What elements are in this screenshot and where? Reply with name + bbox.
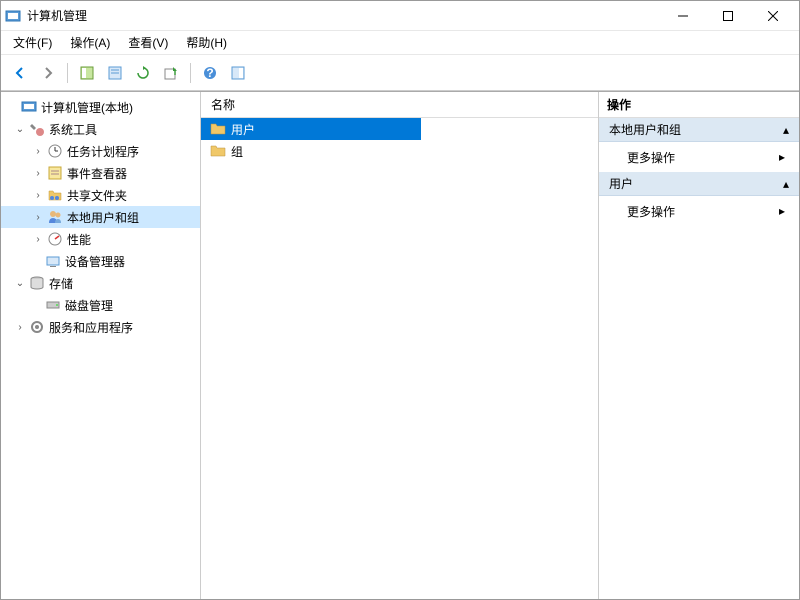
tree-pane: 计算机管理(本地) ⌄ 系统工具 › 任务计划程序 › 事件查看器 › 共享文件… bbox=[1, 92, 201, 599]
tree-event-viewer[interactable]: › 事件查看器 bbox=[1, 162, 200, 184]
list-item-label: 组 bbox=[231, 143, 243, 160]
chevron-right-icon[interactable]: › bbox=[31, 166, 45, 180]
list-item-users[interactable]: 用户 bbox=[201, 118, 421, 140]
tree-root[interactable]: 计算机管理(本地) bbox=[1, 96, 200, 118]
menu-help[interactable]: 帮助(H) bbox=[178, 32, 235, 53]
chevron-down-icon[interactable]: ⌄ bbox=[13, 122, 27, 136]
tree-task-scheduler[interactable]: › 任务计划程序 bbox=[1, 140, 200, 162]
shared-folder-icon bbox=[47, 187, 63, 203]
section-label: 用户 bbox=[609, 175, 633, 192]
action-label: 更多操作 bbox=[627, 149, 675, 166]
section-label: 本地用户和组 bbox=[609, 121, 681, 138]
event-icon bbox=[47, 165, 63, 181]
tree-label: 磁盘管理 bbox=[65, 297, 113, 314]
properties-button[interactable] bbox=[102, 60, 128, 86]
list-item-label: 用户 bbox=[231, 121, 255, 138]
action-label: 更多操作 bbox=[627, 203, 675, 220]
menu-view[interactable]: 查看(V) bbox=[120, 32, 176, 53]
folder-icon bbox=[209, 121, 227, 137]
actions-pane: 操作 本地用户和组 ▴ 更多操作 ▸ 用户 ▴ 更多操作 ▸ bbox=[599, 92, 799, 599]
actions-section-local-users[interactable]: 本地用户和组 ▴ bbox=[599, 118, 799, 142]
window-controls bbox=[660, 2, 795, 30]
menubar: 文件(F) 操作(A) 查看(V) 帮助(H) bbox=[1, 31, 799, 55]
device-icon bbox=[45, 253, 61, 269]
close-button[interactable] bbox=[750, 2, 795, 30]
tree-label: 性能 bbox=[67, 231, 91, 248]
actions-more-2[interactable]: 更多操作 ▸ bbox=[599, 196, 799, 226]
show-hide-tree-button[interactable] bbox=[74, 60, 100, 86]
toolbar: ? bbox=[1, 55, 799, 91]
titlebar: 计算机管理 bbox=[1, 1, 799, 31]
menu-action[interactable]: 操作(A) bbox=[62, 32, 118, 53]
tree-label: 计算机管理(本地) bbox=[41, 99, 133, 116]
chevron-right-icon[interactable]: › bbox=[13, 320, 27, 334]
services-icon bbox=[29, 319, 45, 335]
tree-label: 本地用户和组 bbox=[67, 209, 139, 226]
arrow-right-icon: ▸ bbox=[779, 150, 785, 164]
tree-label: 存储 bbox=[49, 275, 73, 292]
toolbar-separator bbox=[190, 63, 191, 83]
menu-file[interactable]: 文件(F) bbox=[5, 32, 60, 53]
window-title: 计算机管理 bbox=[27, 7, 660, 24]
tree-services-apps[interactable]: › 服务和应用程序 bbox=[1, 316, 200, 338]
tree-label: 服务和应用程序 bbox=[49, 319, 133, 336]
tree-label: 设备管理器 bbox=[65, 253, 125, 270]
tools-icon bbox=[29, 121, 45, 137]
collapse-icon: ▴ bbox=[783, 177, 789, 191]
folder-icon bbox=[209, 143, 227, 159]
list-body: 用户 组 bbox=[201, 118, 598, 599]
tree-storage[interactable]: ⌄ 存储 bbox=[1, 272, 200, 294]
list-item-groups[interactable]: 组 bbox=[201, 140, 598, 162]
tree-label: 事件查看器 bbox=[67, 165, 127, 182]
refresh-button[interactable] bbox=[130, 60, 156, 86]
storage-icon bbox=[29, 275, 45, 291]
chevron-right-icon[interactable]: › bbox=[31, 188, 45, 202]
column-name-label: 名称 bbox=[211, 96, 235, 113]
tree-system-tools[interactable]: ⌄ 系统工具 bbox=[1, 118, 200, 140]
users-icon bbox=[47, 209, 63, 225]
computer-icon bbox=[21, 99, 37, 115]
clock-icon bbox=[47, 143, 63, 159]
action-pane-button[interactable] bbox=[225, 60, 251, 86]
chevron-right-icon[interactable]: › bbox=[31, 232, 45, 246]
tree-performance[interactable]: › 性能 bbox=[1, 228, 200, 250]
list-pane: 名称 用户 组 bbox=[201, 92, 599, 599]
performance-icon bbox=[47, 231, 63, 247]
tree-shared-folders[interactable]: › 共享文件夹 bbox=[1, 184, 200, 206]
chevron-right-icon[interactable]: › bbox=[31, 210, 45, 224]
maximize-button[interactable] bbox=[705, 2, 750, 30]
app-icon bbox=[5, 8, 21, 24]
minimize-button[interactable] bbox=[660, 2, 705, 30]
expander-icon bbox=[5, 100, 19, 114]
toolbar-separator bbox=[67, 63, 68, 83]
disk-icon bbox=[45, 297, 61, 313]
forward-button[interactable] bbox=[35, 60, 61, 86]
export-button[interactable] bbox=[158, 60, 184, 86]
chevron-down-icon[interactable]: ⌄ bbox=[13, 276, 27, 290]
list-column-header[interactable]: 名称 bbox=[201, 92, 598, 118]
actions-section-users[interactable]: 用户 ▴ bbox=[599, 172, 799, 196]
actions-header: 操作 bbox=[599, 92, 799, 118]
help-button[interactable]: ? bbox=[197, 60, 223, 86]
arrow-right-icon: ▸ bbox=[779, 204, 785, 218]
tree-label: 共享文件夹 bbox=[67, 187, 127, 204]
back-button[interactable] bbox=[7, 60, 33, 86]
content-area: 计算机管理(本地) ⌄ 系统工具 › 任务计划程序 › 事件查看器 › 共享文件… bbox=[1, 91, 799, 599]
chevron-right-icon[interactable]: › bbox=[31, 144, 45, 158]
tree-device-manager[interactable]: 设备管理器 bbox=[1, 250, 200, 272]
collapse-icon: ▴ bbox=[783, 123, 789, 137]
tree-disk-management[interactable]: 磁盘管理 bbox=[1, 294, 200, 316]
tree-label: 系统工具 bbox=[49, 121, 97, 138]
tree-local-users-groups[interactable]: › 本地用户和组 bbox=[1, 206, 200, 228]
svg-text:?: ? bbox=[206, 66, 213, 80]
actions-more-1[interactable]: 更多操作 ▸ bbox=[599, 142, 799, 172]
tree-label: 任务计划程序 bbox=[67, 143, 139, 160]
